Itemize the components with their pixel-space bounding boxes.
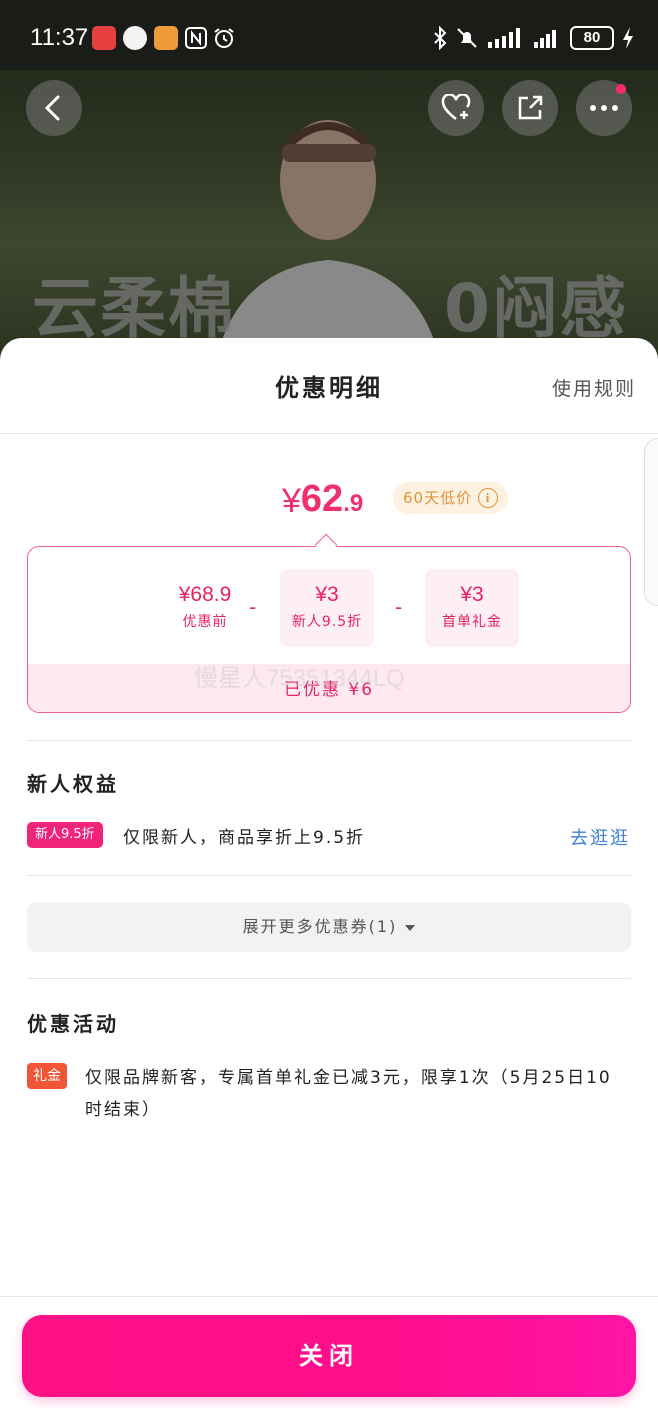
nfc-icon bbox=[185, 27, 207, 49]
newbie-benefit-text: 仅限新人，商品享折上9.5折 bbox=[123, 828, 366, 848]
newbie-section-title: 新人权益 bbox=[27, 772, 119, 796]
price-integer: 62 bbox=[300, 478, 344, 520]
qq-icon bbox=[123, 26, 147, 50]
usage-rules-link[interactable]: 使用规则 bbox=[552, 374, 636, 401]
gift-money-tag: 礼金 bbox=[27, 1063, 67, 1089]
expand-coupons-button[interactable]: 展开更多优惠券(1) bbox=[27, 902, 631, 952]
bluetooth-icon bbox=[434, 26, 447, 50]
more-button[interactable] bbox=[576, 80, 632, 136]
original-price-label: 优惠前 bbox=[182, 614, 228, 630]
overlay-dim[interactable] bbox=[0, 70, 658, 360]
signal-2-icon bbox=[534, 30, 556, 48]
footer-divider bbox=[0, 1296, 658, 1297]
final-price: ¥62.9 bbox=[282, 478, 363, 521]
side-handle[interactable] bbox=[644, 438, 658, 606]
first-order-gift-cell: ¥3 首单礼金 bbox=[425, 569, 519, 647]
back-button[interactable] bbox=[26, 80, 82, 136]
first-order-gift-amount: ¥3 bbox=[460, 583, 484, 606]
discount-detail-sheet: 优惠明细 使用规则 ¥62.9 60天低价 i ¥68.9 优惠前 - ¥3 新… bbox=[0, 338, 658, 1416]
chevron-left-icon bbox=[44, 95, 60, 121]
section-divider bbox=[27, 875, 631, 876]
newbie-discount-label: 新人9.5折 bbox=[291, 614, 363, 630]
newbie-discount-amount: ¥3 bbox=[315, 583, 339, 606]
alarm-icon bbox=[214, 28, 234, 48]
app-618-icon bbox=[92, 26, 116, 50]
section-divider bbox=[27, 978, 631, 979]
favorite-button[interactable] bbox=[428, 80, 484, 136]
go-shopping-link[interactable]: 去逛逛 bbox=[570, 824, 630, 850]
info-icon: i bbox=[478, 488, 499, 508]
expand-coupons-label: 展开更多优惠券(1) bbox=[242, 917, 398, 936]
activity-text: 仅限品牌新客，专属首单礼金已减3元，限享1次（5月25日10时结束） bbox=[85, 1068, 612, 1120]
low-price-label: 60天低价 bbox=[403, 489, 473, 507]
section-divider bbox=[27, 740, 631, 741]
header-divider bbox=[0, 433, 658, 434]
status-time: 11:37 bbox=[30, 24, 89, 51]
share-icon bbox=[518, 95, 543, 120]
more-dots-icon bbox=[590, 105, 618, 111]
original-price-cell: ¥68.9 优惠前 bbox=[158, 569, 252, 647]
newbie-discount-tag: 新人9.5折 bbox=[27, 822, 103, 848]
original-price-amount: ¥68.9 bbox=[178, 583, 232, 606]
status-bar: 11:37 80 bbox=[0, 0, 658, 70]
heart-plus-icon bbox=[441, 94, 471, 120]
activity-section-title: 优惠活动 bbox=[27, 1012, 119, 1036]
first-order-gift-label: 首单礼金 bbox=[442, 614, 502, 630]
mute-bell-icon bbox=[457, 28, 477, 48]
signal-1-icon bbox=[488, 28, 520, 48]
caret-down-icon bbox=[405, 924, 416, 931]
newbie-discount-cell: ¥3 新人9.5折 bbox=[280, 569, 374, 647]
share-button[interactable] bbox=[502, 80, 558, 136]
status-indicators: 80 bbox=[432, 24, 634, 52]
notification-dot bbox=[616, 84, 626, 94]
battery-indicator: 80 bbox=[570, 26, 614, 50]
minus-sign: - bbox=[249, 595, 257, 619]
app-cartoon-icon bbox=[154, 26, 178, 50]
minus-sign: - bbox=[395, 595, 403, 619]
price-currency: ¥ bbox=[282, 482, 301, 520]
charging-icon bbox=[623, 27, 633, 49]
price-decimal: .9 bbox=[343, 490, 364, 517]
low-price-badge[interactable]: 60天低价 i bbox=[393, 482, 509, 514]
watermark: 慢星人75351344LQ bbox=[194, 665, 405, 692]
product-hero-image: 云柔棉 0闷感 bbox=[0, 70, 658, 360]
close-button[interactable]: 关闭 bbox=[22, 1315, 636, 1397]
